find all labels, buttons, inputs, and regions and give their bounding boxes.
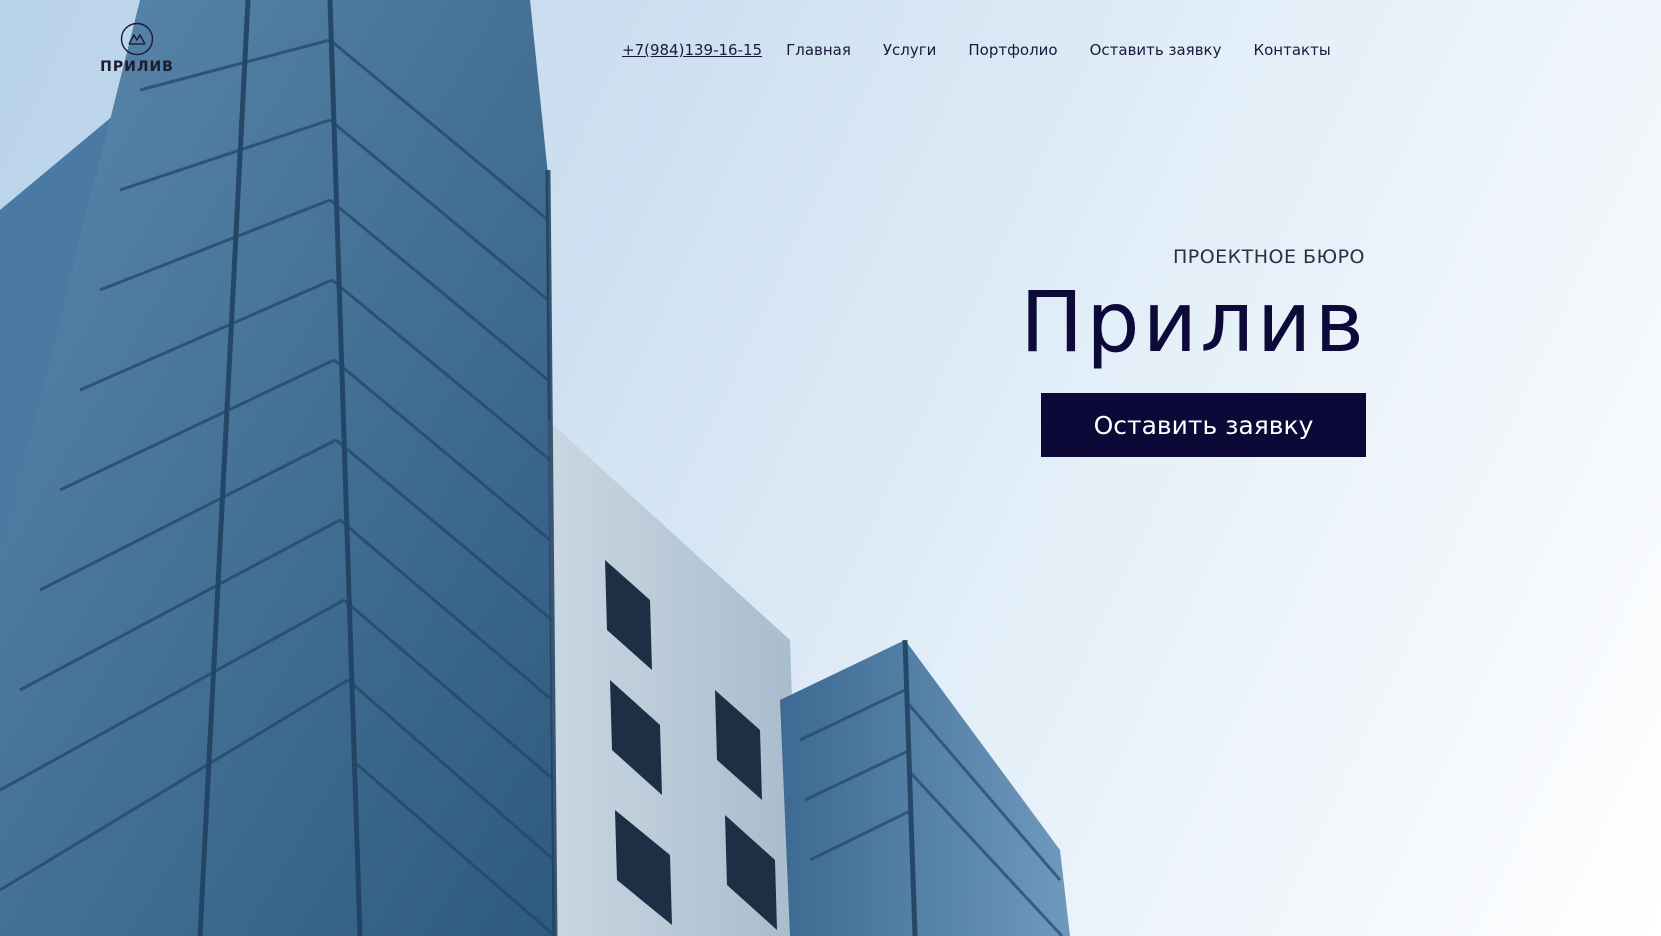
- nav-item-home[interactable]: Главная: [786, 41, 851, 59]
- logo[interactable]: ПРИЛИВ: [97, 22, 177, 78]
- logo-text: ПРИЛИВ: [100, 59, 174, 75]
- nav-item-request[interactable]: Оставить заявку: [1090, 41, 1222, 59]
- hero-subtitle: ПРОЕКТНОЕ БЮРО: [1172, 246, 1365, 268]
- hero-section: ПРИЛИВ +7(984)139-16-15 Главная Услуги П…: [0, 0, 1661, 936]
- hero-background-image: [0, 0, 1070, 936]
- hero-title: Прилив: [1020, 273, 1367, 371]
- request-button[interactable]: Оставить заявку: [1041, 393, 1366, 457]
- nav-item-services[interactable]: Услуги: [883, 41, 936, 59]
- nav-item-contacts[interactable]: Контакты: [1253, 41, 1330, 59]
- nav-item-portfolio[interactable]: Портфолио: [968, 41, 1057, 59]
- main-nav: +7(984)139-16-15 Главная Услуги Портфоли…: [622, 38, 1331, 62]
- mountain-circle-icon: [120, 22, 154, 56]
- nav-phone-link[interactable]: +7(984)139-16-15: [622, 41, 762, 59]
